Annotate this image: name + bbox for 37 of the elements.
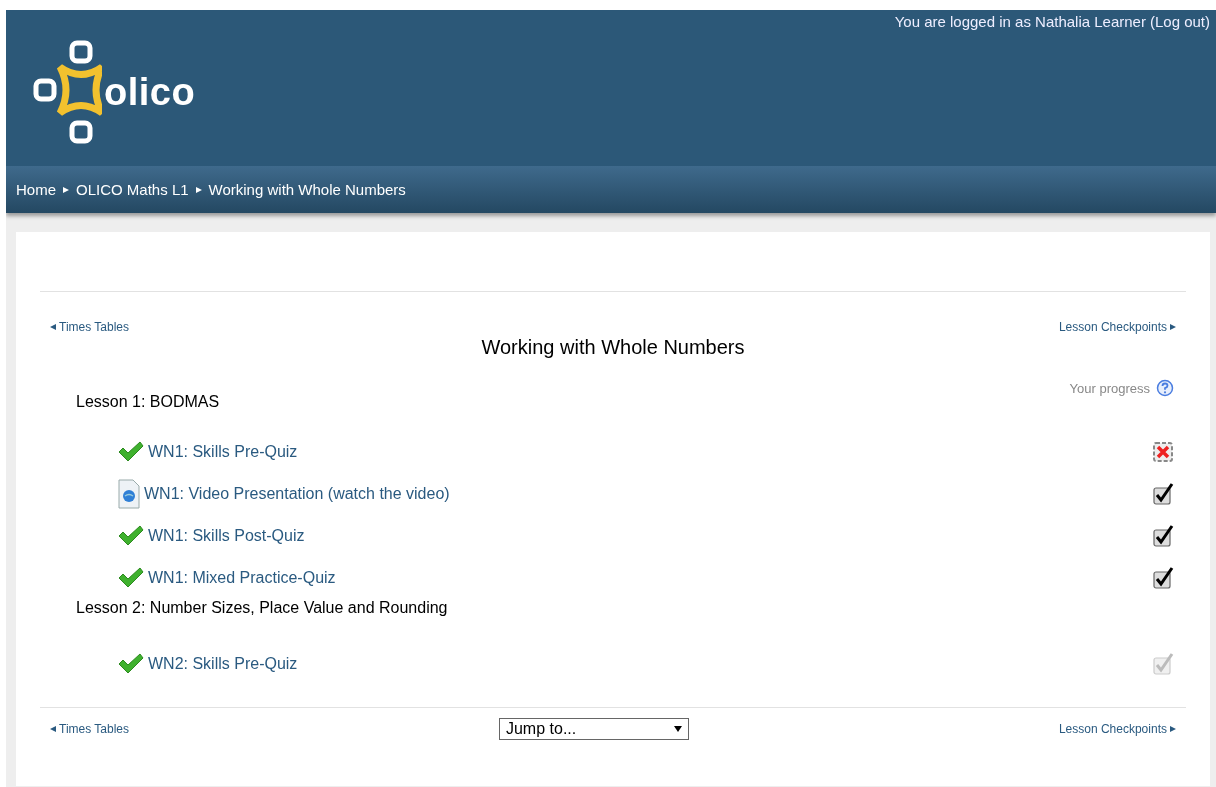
- previous-link[interactable]: Times Tables: [50, 320, 130, 334]
- checkmark-icon: [118, 653, 144, 675]
- right-arrow-icon: [1170, 726, 1176, 732]
- separator-arrow-icon: [62, 185, 70, 194]
- breadcrumb-link[interactable]: Home: [16, 181, 56, 198]
- logout-link[interactable]: (Log out): [1149, 13, 1210, 30]
- jump-to-dropdown[interactable]: Jump to...: [498, 718, 689, 740]
- progress-label: Your progress: [1069, 380, 1150, 396]
- checkmark-icon: [118, 441, 144, 463]
- activity-link[interactable]: WN1: Skills Pre-Quiz: [148, 443, 298, 461]
- checkbox-icon[interactable]: [1152, 483, 1174, 505]
- left-arrow-icon: [50, 324, 56, 330]
- activity-link[interactable]: WN1: Video Presentation (watch the video): [144, 485, 450, 503]
- separator-arrow-icon: [194, 185, 203, 194]
- login-info: You are logged in as Nathalia Learner: [894, 13, 1146, 30]
- video-file-icon: [118, 479, 140, 509]
- left-arrow-icon: [50, 726, 56, 732]
- activity-link[interactable]: WN2: Skills Pre-Quiz: [148, 655, 298, 673]
- activity-link[interactable]: WN1: Mixed Practice-Quiz: [148, 569, 336, 587]
- next-link[interactable]: Lesson Checkpoints: [1058, 722, 1176, 736]
- logo-text: olico: [104, 70, 196, 114]
- checkmark-icon: [118, 567, 144, 589]
- page-title: Working with Whole Numbers: [480, 336, 746, 359]
- section-heading: Lesson 2: Number Sizes, Place Value and Rounding: [76, 599, 449, 618]
- incomplete-cross-icon[interactable]: [1152, 441, 1174, 463]
- right-arrow-icon: [1170, 324, 1176, 330]
- previous-link[interactable]: Times Tables: [50, 722, 130, 736]
- checkbox-icon[interactable]: [1152, 567, 1174, 589]
- dropdown-arrow-icon: [673, 726, 682, 732]
- help-icon[interactable]: [1156, 379, 1174, 397]
- activity-link[interactable]: WN1: Skills Post-Quiz: [148, 527, 305, 545]
- breadcrumb-link[interactable]: OLICO Maths L1: [76, 181, 189, 198]
- checkbox-icon[interactable]: [1152, 525, 1174, 547]
- checkmark-icon: [118, 525, 144, 547]
- breadcrumb-link[interactable]: Working with Whole Numbers: [208, 181, 406, 198]
- next-link[interactable]: Lesson Checkpoints: [1058, 320, 1176, 334]
- section-heading: Lesson 1: BODMAS: [76, 393, 221, 412]
